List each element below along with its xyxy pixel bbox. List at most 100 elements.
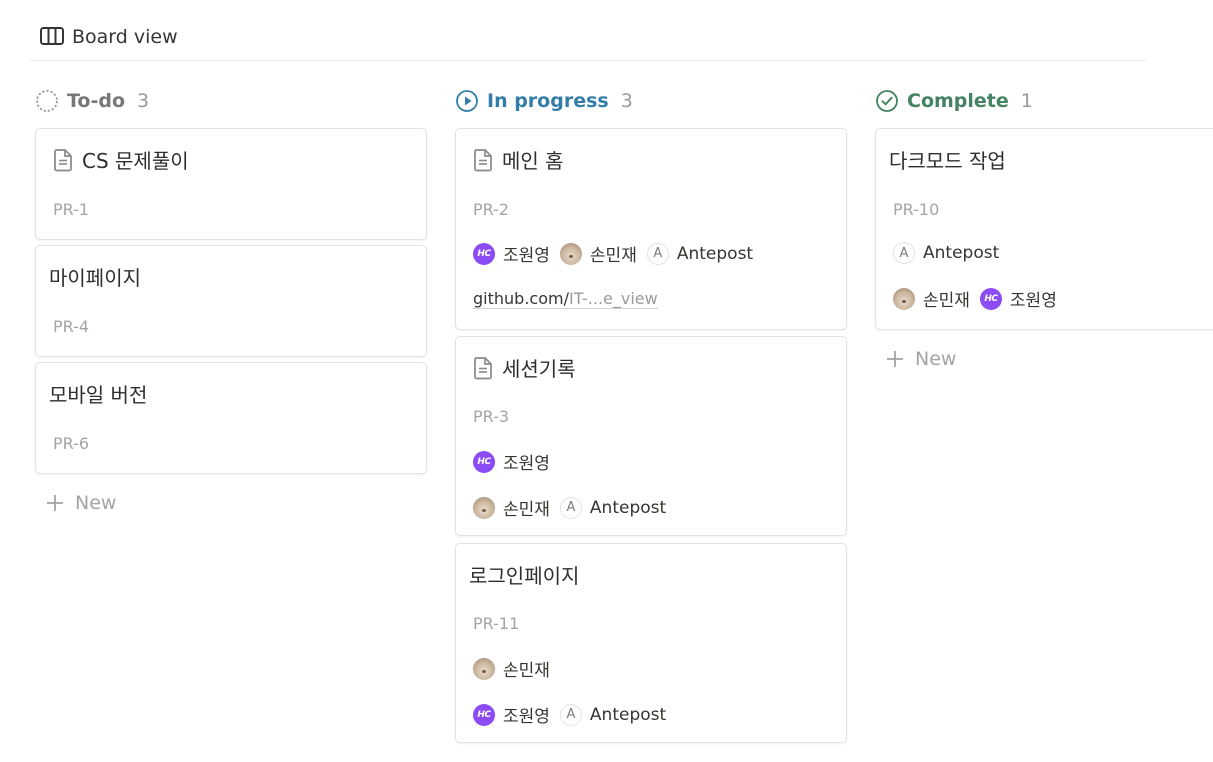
person-chip: HC 조원영	[473, 449, 550, 474]
card-title: 로그인페이지	[469, 564, 580, 588]
column-title: Complete	[907, 90, 1009, 112]
column-count: 1	[1020, 90, 1033, 112]
card-pr-2[interactable]: 메인 홈 PR-2 HC 조원영 손민재 A Antepost github.c…	[455, 128, 847, 330]
card-id: PR-11	[473, 614, 520, 633]
column-count: 3	[137, 90, 150, 112]
new-label: New	[75, 492, 117, 514]
card-id: PR-3	[473, 407, 510, 426]
column-complete: Complete 1 다크모드 작업 PR-10 A Antepost 손민재 …	[875, 84, 1213, 370]
plus-icon	[885, 349, 905, 369]
card-pr-1[interactable]: CS 문제풀이 PR-1	[35, 128, 427, 240]
person-name: 조원영	[503, 246, 550, 266]
card-id: PR-6	[53, 434, 90, 453]
card-pr-11[interactable]: 로그인페이지 PR-11 손민재 HC 조원영 A Antepost	[455, 543, 847, 743]
person-name: Antepost	[589, 704, 667, 725]
person-chip: 손민재	[893, 286, 970, 311]
avatar	[473, 496, 495, 519]
avatar	[893, 287, 915, 310]
assignees-row: 손민재 HC 조원영	[893, 286, 1067, 311]
plus-icon	[45, 493, 65, 513]
card-id: PR-1	[53, 200, 90, 219]
board-view-tab[interactable]: Board view	[40, 26, 178, 48]
avatar: HC	[473, 242, 495, 265]
column-count: 3	[620, 90, 633, 112]
person-name: 손민재	[589, 246, 637, 266]
card-title-row: 로그인페이지	[469, 560, 579, 589]
person-chip: A Antepost	[559, 496, 667, 519]
todo-circle-icon	[35, 89, 59, 113]
card-title: 모바일 버전	[49, 383, 148, 407]
person-name: Antepost	[676, 243, 754, 264]
avatar: HC	[473, 703, 495, 726]
avatar: HC	[979, 287, 1002, 310]
in-progress-icon	[455, 89, 479, 113]
column-in-progress: In progress 3 메인 홈 PR-2 HC 조원영 손민재 A Ant…	[455, 84, 847, 743]
assignees-row: HC 조원영	[473, 449, 560, 474]
page-icon	[53, 148, 73, 172]
column-header-complete[interactable]: Complete 1	[875, 84, 1213, 118]
card-id: PR-2	[473, 200, 510, 219]
new-label: New	[915, 348, 957, 370]
person-name: 손민재	[923, 291, 970, 311]
person-chip: A Antepost	[646, 242, 754, 265]
card-title-row: 세션기록	[473, 353, 576, 382]
person-name: 손민재	[503, 661, 550, 681]
assignees-row: HC 조원영 손민재 A Antepost	[473, 241, 763, 266]
avatar: A	[559, 703, 582, 726]
new-card-button-complete[interactable]: New	[885, 348, 956, 370]
assignees-row: HC 조원영 A Antepost	[473, 702, 676, 727]
card-title-row: 메인 홈	[473, 145, 564, 174]
person-chip: HC 조원영	[979, 286, 1057, 311]
assignees-row: A Antepost	[893, 242, 1009, 264]
avatar: A	[559, 496, 582, 519]
link-path: IT-...e_view	[568, 289, 658, 308]
view-tabs-bar: Board view	[30, 14, 1146, 61]
link-host: github.com/	[473, 289, 569, 308]
person-chip: A Antepost	[893, 242, 999, 264]
board-icon	[40, 27, 64, 47]
page-icon	[473, 148, 493, 172]
person-chip: HC 조원영	[473, 241, 550, 266]
card-title: 메인 홈	[502, 149, 564, 173]
person-chip: A Antepost	[559, 703, 667, 726]
person-chip: HC 조원영	[473, 702, 550, 727]
avatar	[559, 242, 582, 265]
card-pr-4[interactable]: 마이페이지 PR-4	[35, 245, 427, 357]
person-name: 조원영	[503, 454, 550, 474]
column-title: To-do	[67, 90, 126, 112]
complete-check-icon	[875, 89, 899, 113]
avatar	[473, 657, 495, 680]
new-card-button-todo[interactable]: New	[45, 492, 116, 514]
card-title: 마이페이지	[49, 266, 141, 290]
assignees-row: 손민재 A Antepost	[473, 495, 676, 520]
github-link[interactable]: github.com/IT-...e_view	[473, 290, 658, 309]
card-pr-6[interactable]: 모바일 버전 PR-6	[35, 362, 427, 474]
person-chip: 손민재	[559, 241, 637, 266]
card-pr-3[interactable]: 세션기록 PR-3 HC 조원영 손민재 A Antepost	[455, 336, 847, 536]
card-title: CS 문제풀이	[82, 149, 189, 173]
person-name: Antepost	[923, 243, 1000, 263]
person-name: 손민재	[503, 500, 550, 520]
column-title: In progress	[487, 90, 609, 112]
card-title-row: 모바일 버전	[49, 379, 147, 408]
card-id: PR-10	[893, 200, 940, 219]
avatar: A	[646, 242, 669, 265]
avatar: A	[893, 242, 915, 264]
card-title-row: 다크모드 작업	[889, 145, 1006, 174]
card-title: 다크모드 작업	[889, 149, 1006, 173]
card-title-row: 마이페이지	[49, 262, 141, 291]
person-chip: 손민재	[473, 656, 550, 681]
column-header-todo[interactable]: To-do 3	[35, 84, 427, 118]
avatar: HC	[473, 450, 495, 473]
card-title-row: CS 문제풀이	[53, 145, 189, 174]
person-chip: 손민재	[473, 495, 550, 520]
person-name: 조원영	[503, 707, 550, 727]
person-name: 조원영	[1009, 291, 1057, 311]
assignees-row: 손민재	[473, 656, 560, 681]
person-name: Antepost	[589, 497, 667, 518]
card-title: 세션기록	[502, 357, 576, 381]
card-id: PR-4	[53, 317, 90, 336]
column-todo: To-do 3 CS 문제풀이 PR-1 마이페이지 PR-4 모바일 버전 P…	[35, 84, 427, 514]
card-pr-10[interactable]: 다크모드 작업 PR-10 A Antepost 손민재 HC 조원영	[875, 128, 1213, 330]
column-header-in-progress[interactable]: In progress 3	[455, 84, 847, 118]
